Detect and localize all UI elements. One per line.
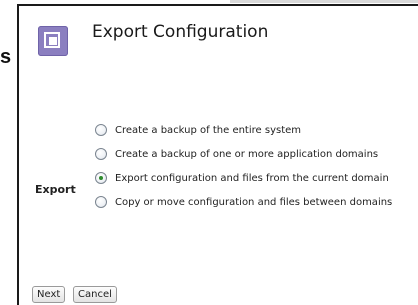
option-backup-application-domains[interactable]: Create a backup of one or more applicati… — [95, 146, 378, 162]
page-title: Export Configuration — [92, 22, 269, 42]
export-configuration-panel: Export Configuration Export Create a bac… — [17, 4, 418, 305]
cropped-top-edge — [230, 0, 418, 3]
logo-core — [49, 37, 57, 45]
square-target-icon — [38, 26, 68, 56]
option-label: Copy or move configuration and files bet… — [115, 196, 393, 208]
next-button[interactable]: Next — [32, 286, 66, 303]
cancel-button[interactable]: Cancel — [73, 286, 117, 303]
radio-button-checked[interactable] — [95, 172, 107, 184]
option-label: Export configuration and files from the … — [115, 172, 389, 184]
option-label: Create a backup of one or more applicati… — [115, 148, 379, 160]
option-copy-move-between-domains[interactable]: Copy or move configuration and files bet… — [95, 194, 392, 210]
export-group-label: Export — [35, 183, 76, 196]
screenshot-canvas: s Export Configuration Export Create a b… — [0, 0, 418, 305]
option-label: Create a backup of the entire system — [115, 124, 302, 136]
option-export-current-domain[interactable]: Export configuration and files from the … — [95, 170, 389, 186]
radio-button-unchecked[interactable] — [95, 124, 107, 136]
radio-button-unchecked[interactable] — [95, 148, 107, 160]
option-backup-entire-system[interactable]: Create a backup of the entire system — [95, 122, 301, 138]
radio-button-unchecked[interactable] — [95, 196, 107, 208]
